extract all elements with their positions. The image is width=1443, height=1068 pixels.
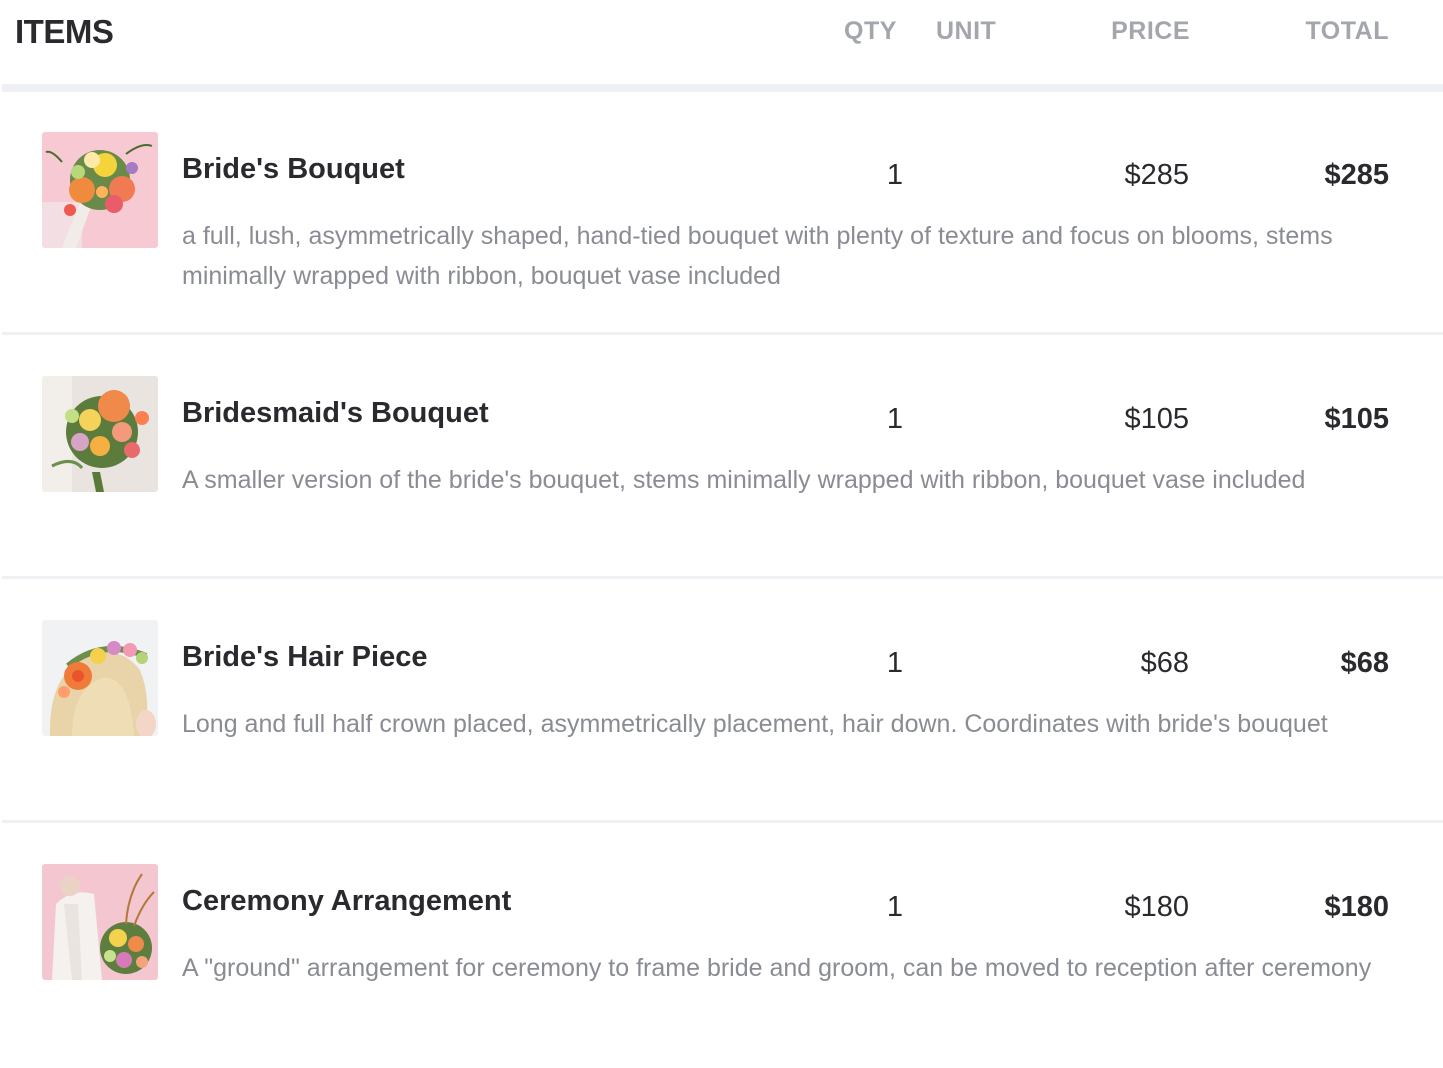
line-item-row: Ceremony Arrangement 1 $180 $180 A "grou… (0, 824, 1443, 1068)
item-qty: 1 (886, 891, 904, 923)
row-divider (2, 820, 1443, 823)
items-heading: ITEMS (15, 13, 114, 50)
item-total: $68 (1340, 647, 1389, 679)
item-thumbnail (42, 132, 158, 248)
row-divider (2, 332, 1443, 335)
item-price: $180 (1124, 891, 1189, 923)
items-table-header: ITEMS QTY UNIT PRICE TOTAL (0, 0, 1443, 84)
price-column-header: PRICE (1111, 17, 1190, 45)
item-name: Ceremony Arrangement (182, 885, 512, 917)
item-price: $68 (1140, 647, 1189, 679)
item-total: $180 (1324, 891, 1389, 923)
line-item-row: Bride's Bouquet 1 $285 $285 a full, lush… (0, 92, 1443, 336)
line-item-row: Bridesmaid's Bouquet 1 $105 $105 A small… (0, 336, 1443, 580)
unit-column-header: UNIT (936, 17, 997, 45)
item-name: Bride's Hair Piece (182, 641, 428, 673)
item-thumbnail (42, 376, 158, 492)
item-name: Bridesmaid's Bouquet (182, 397, 489, 429)
item-description: a full, lush, asymmetrically shaped, han… (182, 222, 1333, 290)
qty-column-header: QTY (844, 17, 897, 45)
row-divider (2, 576, 1443, 579)
line-item-row: Bride's Hair Piece 1 $68 $68 Long and fu… (0, 580, 1443, 824)
item-description: A "ground" arrangement for ceremony to f… (182, 954, 1372, 982)
item-description: Long and full half crown placed, asymmet… (182, 710, 1328, 738)
total-column-header: TOTAL (1305, 17, 1389, 45)
item-thumbnail (42, 620, 158, 736)
item-qty: 1 (886, 647, 904, 679)
item-qty: 1 (886, 159, 904, 191)
item-thumbnail (42, 864, 158, 980)
item-price: $285 (1124, 159, 1189, 191)
item-description: A smaller version of the bride's bouquet… (182, 466, 1306, 494)
item-name: Bride's Bouquet (182, 153, 405, 185)
header-divider (2, 84, 1443, 92)
item-price: $105 (1124, 403, 1189, 435)
item-qty: 1 (886, 403, 904, 435)
item-total: $105 (1324, 403, 1389, 435)
item-total: $285 (1324, 159, 1389, 191)
